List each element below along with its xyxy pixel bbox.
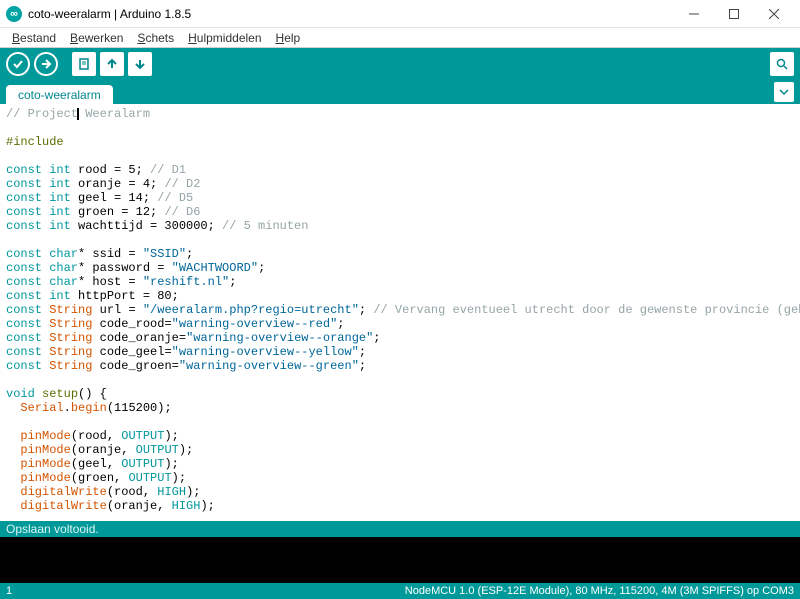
upload-button[interactable] [34,52,58,76]
serial-monitor-button[interactable] [770,52,794,76]
footer-bar: 1 NodeMCU 1.0 (ESP-12E Module), 80 MHz, … [0,583,800,599]
board-info: NodeMCU 1.0 (ESP-12E Module), 80 MHz, 11… [405,585,794,597]
line-number: 1 [6,585,12,597]
console-output[interactable] [0,537,800,583]
toolbar [0,48,800,80]
menu-schets[interactable]: Schets [131,30,180,46]
code-editor[interactable]: // Project Weeralarm #include const int … [0,104,800,521]
menu-bewerken[interactable]: Bewerken [64,30,129,46]
window-minimize-button[interactable] [674,0,714,28]
tab-menu-button[interactable] [774,82,794,102]
open-sketch-button[interactable] [100,52,124,76]
verify-button[interactable] [6,52,30,76]
window-title: coto-weeralarm | Arduino 1.8.5 [28,7,191,21]
tab-bar: coto-weeralarm [0,80,800,104]
title-bar: ∞ coto-weeralarm | Arduino 1.8.5 [0,0,800,28]
arduino-app-icon: ∞ [6,6,22,22]
save-sketch-button[interactable] [128,52,152,76]
new-sketch-button[interactable] [72,52,96,76]
window-close-button[interactable] [754,0,794,28]
window-maximize-button[interactable] [714,0,754,28]
status-bar: Opslaan voltooid. [0,521,800,537]
sketch-tab[interactable]: coto-weeralarm [6,85,113,104]
menu-bar: Bestand Bewerken Schets Hulpmiddelen Hel… [0,28,800,48]
menu-bestand[interactable]: Bestand [6,30,62,46]
menu-hulpmiddelen[interactable]: Hulpmiddelen [182,30,267,46]
menu-help[interactable]: Help [270,30,307,46]
